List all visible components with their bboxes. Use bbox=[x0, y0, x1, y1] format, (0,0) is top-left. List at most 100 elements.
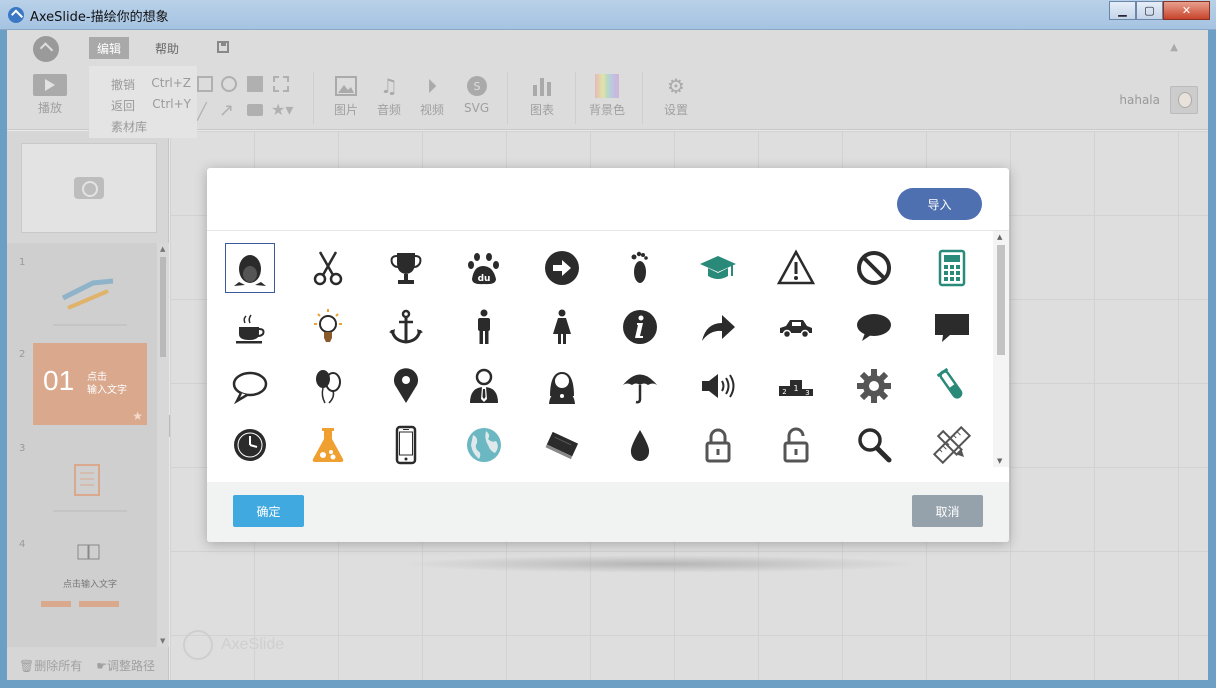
businessman-icon[interactable] bbox=[459, 361, 509, 411]
menu-item-undo[interactable]: 撤销 Ctrl+Z bbox=[111, 76, 191, 93]
menu-help[interactable]: 帮助 bbox=[147, 37, 187, 59]
svg-button[interactable]: S SVG bbox=[464, 74, 489, 115]
star-icon[interactable]: ★▾ bbox=[271, 100, 293, 119]
bgcolor-button[interactable]: 背景色 bbox=[589, 74, 625, 118]
drop-icon[interactable] bbox=[615, 420, 665, 470]
rectangle-outline-icon[interactable] bbox=[197, 76, 213, 92]
close-button[interactable]: ✕ bbox=[1163, 1, 1210, 20]
settings-button[interactable]: ⚙ 设置 bbox=[664, 74, 688, 118]
book-icon[interactable] bbox=[537, 420, 587, 470]
arrow-icon[interactable]: ↗ bbox=[219, 100, 234, 121]
app-icon bbox=[8, 7, 24, 23]
umbrella-icon[interactable] bbox=[615, 361, 665, 411]
scrollbar-thumb[interactable] bbox=[997, 245, 1005, 355]
map-pin-icon[interactable] bbox=[381, 361, 431, 411]
color-palette-icon bbox=[595, 74, 619, 98]
calculator-icon[interactable] bbox=[927, 243, 977, 293]
gear-icon[interactable] bbox=[849, 361, 899, 411]
share-arrow-icon[interactable] bbox=[693, 302, 743, 352]
globe-icon[interactable] bbox=[459, 420, 509, 470]
scissors-icon[interactable] bbox=[303, 243, 353, 293]
user-area[interactable]: hahala bbox=[1119, 86, 1198, 114]
slide-list-scrollbar[interactable]: ▲ ▼ bbox=[157, 243, 169, 647]
divider bbox=[575, 72, 576, 124]
woman-icon[interactable] bbox=[537, 302, 587, 352]
chart-button[interactable]: 图表 bbox=[530, 74, 554, 118]
magnifier-icon[interactable] bbox=[849, 420, 899, 470]
slide-thumbnail[interactable] bbox=[33, 253, 147, 335]
redo-label: 返回 bbox=[111, 99, 136, 113]
menu-item-library[interactable]: 素材库 bbox=[111, 118, 191, 135]
lightbulb-icon[interactable] bbox=[303, 302, 353, 352]
podium-icon[interactable]: 12 3 bbox=[771, 361, 821, 411]
dashed-rect-icon[interactable] bbox=[273, 76, 289, 92]
audio-button[interactable]: ♫ 音频 bbox=[377, 74, 401, 118]
notebook-icon bbox=[53, 464, 127, 512]
delete-all-button[interactable]: 🗑删除所有 bbox=[19, 657, 82, 674]
girl-icon[interactable] bbox=[537, 361, 587, 411]
import-button[interactable]: 导入 bbox=[897, 188, 982, 220]
menu-edit[interactable]: 编辑 bbox=[89, 37, 130, 59]
unlock-icon[interactable] bbox=[771, 420, 821, 470]
divider bbox=[507, 72, 508, 124]
svg-text:3: 3 bbox=[805, 389, 809, 397]
anchor-icon[interactable] bbox=[381, 302, 431, 352]
baidu-paw-icon[interactable]: du bbox=[459, 243, 509, 293]
image-button[interactable]: 图片 bbox=[334, 74, 358, 118]
image-icon bbox=[334, 74, 358, 98]
speaker-icon[interactable] bbox=[693, 361, 743, 411]
info-icon[interactable] bbox=[615, 302, 665, 352]
graduation-cap-icon[interactable] bbox=[693, 243, 743, 293]
circle-icon[interactable] bbox=[221, 76, 237, 92]
star-icon[interactable]: ★ bbox=[132, 409, 143, 423]
line-icon[interactable]: ╱ bbox=[197, 102, 207, 121]
avatar[interactable] bbox=[1170, 86, 1198, 114]
save-icon[interactable] bbox=[217, 41, 229, 53]
arrow-circle-icon[interactable] bbox=[537, 243, 587, 293]
canvas-shadow bbox=[400, 555, 920, 573]
collapse-ribbon-icon[interactable]: ▲ bbox=[1170, 42, 1178, 53]
coffee-cup-icon[interactable] bbox=[225, 302, 275, 352]
scrollbar-thumb[interactable] bbox=[160, 257, 166, 357]
title-bar: AxeSlide-描绘你的想象 ▁ ▢ ✕ bbox=[0, 0, 1216, 30]
divider bbox=[642, 72, 643, 124]
trophy-icon[interactable] bbox=[381, 243, 431, 293]
test-tube-icon[interactable] bbox=[927, 361, 977, 411]
svg-text:du: du bbox=[478, 274, 491, 284]
slide-thumbnail-active[interactable]: 01 点击 输入文字 ★ bbox=[33, 343, 147, 425]
video-button[interactable]: ⏵ 视频 bbox=[420, 74, 444, 118]
maximize-button[interactable]: ▢ bbox=[1136, 1, 1163, 20]
slide-panel: 1 2 01 点击 输入文字 ★ 3 4 点击输入文字 ▲ ▼ 🗑删除所有 ☛调… bbox=[7, 131, 169, 680]
minimize-button[interactable]: ▁ bbox=[1109, 1, 1136, 20]
lock-icon[interactable] bbox=[693, 420, 743, 470]
add-slide-button[interactable] bbox=[21, 143, 157, 233]
svg-text:2: 2 bbox=[782, 388, 786, 396]
slide-thumbnail[interactable] bbox=[33, 439, 147, 521]
car-icon[interactable] bbox=[771, 302, 821, 352]
confirm-button[interactable]: 确定 bbox=[233, 495, 304, 527]
flask-icon[interactable] bbox=[303, 420, 353, 470]
icon-grid-area: du 1 2 3 ▲ ▼ bbox=[207, 230, 1009, 482]
slide-thumbnail[interactable]: 点击输入文字 bbox=[33, 535, 147, 617]
footprint-icon[interactable] bbox=[615, 243, 665, 293]
balloons-icon[interactable] bbox=[303, 361, 353, 411]
callout-icon[interactable] bbox=[247, 104, 263, 116]
speech-bubble-icon[interactable] bbox=[849, 302, 899, 352]
play-button[interactable]: 播放 bbox=[33, 74, 67, 116]
adjust-path-button[interactable]: ☛调整路径 bbox=[96, 657, 155, 674]
axeslide-logo-icon[interactable] bbox=[33, 36, 59, 62]
filled-square-icon[interactable] bbox=[247, 76, 263, 92]
image-label: 图片 bbox=[334, 103, 359, 117]
clock-icon[interactable] bbox=[225, 420, 275, 470]
man-icon[interactable] bbox=[459, 302, 509, 352]
no-entry-icon[interactable] bbox=[849, 243, 899, 293]
mobile-phone-icon[interactable] bbox=[381, 420, 431, 470]
comment-box-icon[interactable] bbox=[927, 302, 977, 352]
icon-grid-scrollbar[interactable]: ▲ ▼ bbox=[993, 231, 1009, 467]
cancel-button[interactable]: 取消 bbox=[912, 495, 983, 527]
menu-item-redo[interactable]: 返回 Ctrl+Y bbox=[111, 97, 191, 114]
qq-penguin-icon[interactable] bbox=[225, 243, 275, 293]
speech-outline-icon[interactable] bbox=[225, 361, 275, 411]
ruler-pencil-icon[interactable] bbox=[927, 420, 977, 470]
warning-icon[interactable] bbox=[771, 243, 821, 293]
